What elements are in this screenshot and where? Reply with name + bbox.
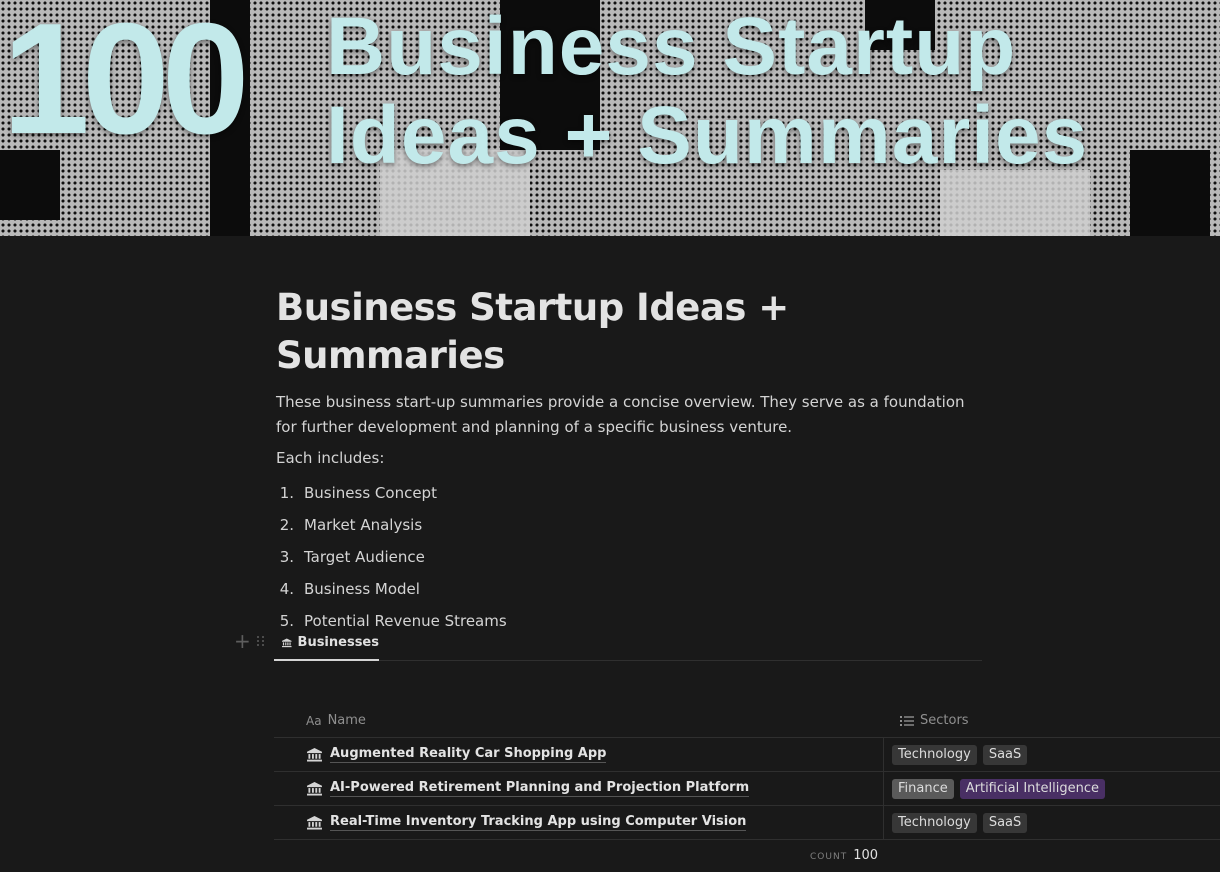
table-footer-count[interactable]: COUNT 100 bbox=[810, 848, 878, 863]
list-item-text: Business Model bbox=[304, 580, 420, 598]
cover-title-art: 100 Business Startup Ideas + Summaries bbox=[0, 0, 1220, 236]
intro-paragraph[interactable]: These business start-up summaries provid… bbox=[276, 390, 976, 440]
count-value: 100 bbox=[853, 848, 879, 863]
sectors-cell[interactable]: Finance Artificial Intelligence bbox=[884, 772, 1105, 805]
sector-tag[interactable]: SaaS bbox=[982, 744, 1028, 765]
business-name-link[interactable]: AI-Powered Retirement Planning and Proje… bbox=[330, 780, 750, 797]
bank-icon bbox=[307, 815, 322, 830]
page-content: Business Startup Ideas + Summaries These… bbox=[276, 284, 976, 637]
table-row[interactable]: Augmented Reality Car Shopping App Techno… bbox=[274, 738, 1220, 772]
drag-handle-icon[interactable] bbox=[256, 636, 265, 646]
sector-tag[interactable]: Technology bbox=[892, 744, 977, 765]
list-item[interactable]: 2. Market Analysis bbox=[276, 509, 976, 541]
list-number: 3. bbox=[279, 548, 294, 566]
businesses-table: Aa Name Sectors Augmented Reality Car Sh… bbox=[274, 704, 1220, 840]
sectors-cell[interactable]: Technology SaaS bbox=[884, 806, 1028, 839]
sector-tag[interactable]: Artificial Intelligence bbox=[959, 778, 1105, 799]
table-row[interactable]: Real-Time Inventory Tracking App using C… bbox=[274, 806, 1220, 840]
count-label: COUNT bbox=[810, 852, 848, 862]
list-item[interactable]: 3. Target Audience bbox=[276, 541, 976, 573]
cover-line-1: Business Startup bbox=[326, 1, 1017, 92]
sector-tag[interactable]: Technology bbox=[892, 812, 977, 833]
table-row[interactable]: AI-Powered Retirement Planning and Proje… bbox=[274, 772, 1220, 806]
name-cell[interactable]: AI-Powered Retirement Planning and Proje… bbox=[274, 772, 884, 805]
list-item[interactable]: 1. Business Concept bbox=[276, 477, 976, 509]
column-label: Sectors bbox=[920, 713, 969, 728]
add-block-icon[interactable]: + bbox=[234, 631, 251, 651]
list-number: 1. bbox=[279, 484, 294, 502]
bank-icon bbox=[307, 747, 322, 762]
list-number: 2. bbox=[279, 516, 294, 534]
list-item-text: Target Audience bbox=[304, 548, 425, 566]
sector-tag[interactable]: SaaS bbox=[982, 812, 1028, 833]
cover-line-2: Ideas + Summaries bbox=[326, 90, 1089, 181]
name-cell[interactable]: Real-Time Inventory Tracking App using C… bbox=[274, 806, 884, 839]
business-name-link[interactable]: Real-Time Inventory Tracking App using C… bbox=[330, 814, 747, 831]
page-title[interactable]: Business Startup Ideas + Summaries bbox=[276, 284, 976, 380]
column-header-name[interactable]: Aa Name bbox=[274, 704, 884, 737]
text-property-icon: Aa bbox=[306, 713, 322, 728]
sectors-cell[interactable]: Technology SaaS bbox=[884, 738, 1028, 771]
list-item-text: Business Concept bbox=[304, 484, 437, 502]
column-label: Name bbox=[327, 713, 366, 728]
list-item-text: Market Analysis bbox=[304, 516, 423, 534]
list-number: 4. bbox=[279, 580, 294, 598]
table-header: Aa Name Sectors bbox=[274, 704, 1220, 738]
tab-businesses[interactable]: Businesses bbox=[274, 626, 379, 661]
includes-label[interactable]: Each includes: bbox=[276, 446, 976, 471]
sector-tag[interactable]: Finance bbox=[892, 778, 954, 799]
bank-icon bbox=[307, 781, 322, 796]
multi-select-icon bbox=[900, 715, 914, 726]
block-handle: + bbox=[234, 631, 274, 651]
cover-number: 100 bbox=[2, 0, 250, 167]
bank-icon bbox=[282, 638, 292, 647]
includes-list: 1. Business Concept 2. Market Analysis 3. T… bbox=[276, 477, 976, 637]
database-view-tabs: Businesses bbox=[274, 626, 982, 661]
name-cell[interactable]: Augmented Reality Car Shopping App bbox=[274, 738, 884, 771]
cover-image: 100 Business Startup Ideas + Summaries bbox=[0, 0, 1220, 236]
column-header-sectors[interactable]: Sectors bbox=[884, 704, 969, 737]
business-name-link[interactable]: Augmented Reality Car Shopping App bbox=[330, 746, 607, 763]
list-item[interactable]: 4. Business Model bbox=[276, 573, 976, 605]
tab-label: Businesses bbox=[297, 635, 379, 650]
